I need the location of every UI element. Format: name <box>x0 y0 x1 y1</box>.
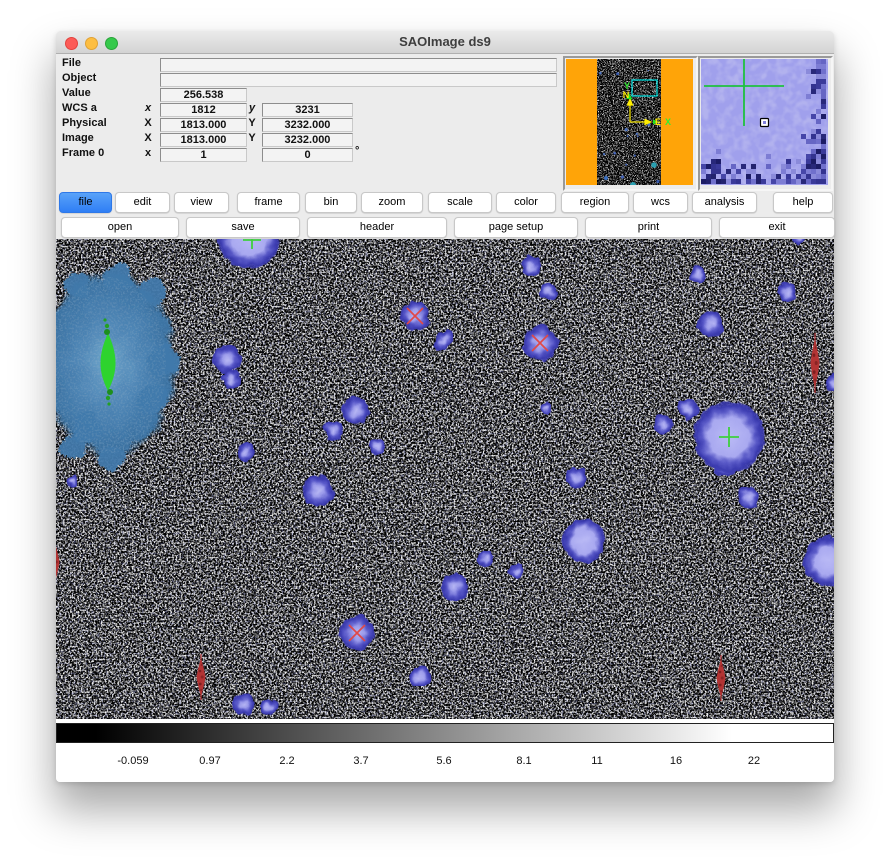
svg-text:X: X <box>665 117 671 127</box>
svg-text:E: E <box>655 117 661 127</box>
svg-text:N: N <box>623 90 630 100</box>
